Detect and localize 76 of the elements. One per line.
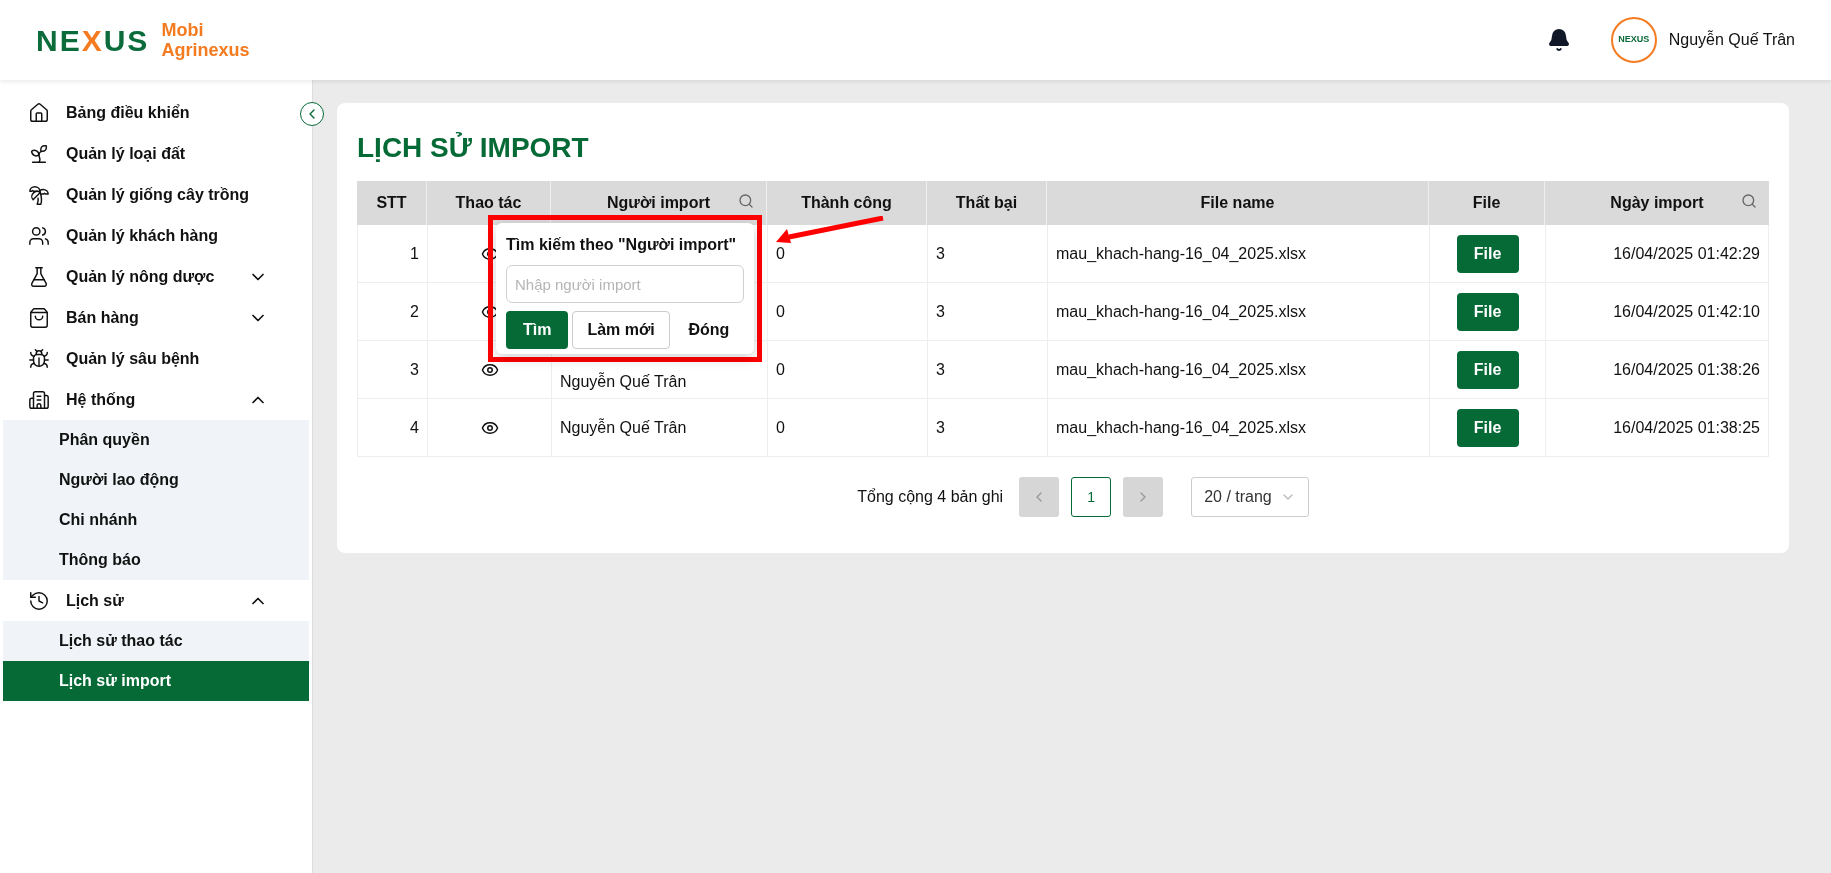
users-icon	[28, 224, 50, 247]
table-cell-text: mau_khach-hang-16_04_2025.xlsx	[1056, 417, 1306, 438]
column-header: File name	[1047, 181, 1429, 225]
table-cell-text: 0	[776, 243, 785, 264]
sidebar-subitem[interactable]: Chi nhánh	[3, 500, 309, 540]
table-cell-text: 3	[936, 243, 945, 264]
input-field[interactable]: Nhập người import	[506, 265, 744, 303]
sidebar-subitem[interactable]: Người lao động	[3, 460, 309, 500]
table-cell-text: 3	[936, 301, 945, 322]
search-button[interactable]: Tìm	[506, 311, 569, 349]
sidebar-item[interactable]: Lịch sử	[0, 580, 296, 621]
flask-icon	[28, 265, 50, 288]
table-cell-text: mau_khach-hang-16_04_2025.xlsx	[1056, 301, 1306, 322]
sidebar-subitem[interactable]: Thông báo	[3, 540, 309, 580]
collapse-sidebar-button[interactable]	[300, 102, 324, 126]
table-cell-text: mau_khach-hang-16_04_2025.xlsx	[1056, 243, 1306, 264]
column-header: Ngày import	[1545, 181, 1769, 225]
search-icon[interactable]	[1741, 193, 1757, 209]
sidebar-subitem[interactable]: Lịch sử import	[3, 661, 309, 701]
sidebar-subitem[interactable]: Phân quyền	[3, 420, 309, 460]
logo-x: X	[81, 22, 104, 59]
table-cell-text: 16/04/2025 01:38:26	[1613, 359, 1760, 380]
file-button[interactable]: File	[1456, 350, 1519, 389]
close-button[interactable]: Đóng	[673, 311, 744, 349]
column-header: STT	[357, 181, 427, 225]
sidebar-item[interactable]: Quản lý loại đất	[0, 133, 296, 174]
bug-icon	[28, 347, 50, 370]
reset-button[interactable]: Làm mới	[572, 311, 670, 349]
sidebar-item[interactable]: Bảng điều khiển	[0, 92, 296, 133]
file-button[interactable]: File	[1456, 234, 1519, 273]
table-cell-text: 3	[410, 359, 419, 380]
avatar[interactable]: NEXUS	[1610, 17, 1657, 63]
sidebar-subitem[interactable]: Lịch sử thao tác	[3, 621, 309, 661]
column-header: Thất bại	[927, 181, 1047, 225]
table-cell-text: 16/04/2025 01:42:29	[1613, 243, 1760, 264]
history-icon	[28, 589, 50, 612]
page-size-select[interactable]: 20 / trang	[1191, 477, 1309, 517]
logo-text: NE	[36, 22, 82, 59]
table-cell-text: 4	[410, 417, 419, 438]
total-records: Tổng cộng 4 bản ghi	[857, 487, 1004, 507]
palm-tree-icon	[28, 183, 50, 206]
brand-name: Mobi	[161, 20, 205, 40]
search-icon[interactable]	[738, 193, 754, 209]
file-button[interactable]: File	[1456, 292, 1519, 331]
file-button[interactable]: File	[1456, 408, 1519, 447]
logo-text: US	[103, 22, 150, 59]
table-cell-text: 3	[936, 359, 945, 380]
table-cell-text: 0	[776, 301, 785, 322]
user-name[interactable]: Nguyễn Quế Trân	[1668, 28, 1795, 52]
table-cell-text: 16/04/2025 01:42:10	[1613, 301, 1760, 322]
popup-title: Tìm kiếm theo "Người import"	[506, 235, 738, 255]
column-header: File	[1429, 181, 1545, 225]
page-title: LỊCH SỬ IMPORT	[357, 131, 590, 165]
table-cell-text: 2	[410, 301, 419, 322]
sidebar-item[interactable]: Bán hàng	[0, 297, 296, 338]
page-button[interactable]: 1	[1071, 477, 1112, 517]
column-header: Thành công	[767, 181, 927, 225]
sprout-icon	[28, 142, 50, 165]
sidebar-item[interactable]: Quản lý sâu bệnh	[0, 338, 296, 379]
sidebar-item[interactable]: Quản lý nông dược	[0, 256, 296, 297]
sidebar-item[interactable]: Hệ thống	[0, 379, 296, 420]
notification-bell-icon[interactable]	[1546, 28, 1571, 52]
sidebar-item[interactable]: Quản lý giống cây trồng	[0, 174, 296, 215]
table-cell-text: 1	[410, 243, 419, 264]
table-cell-text: Nguyễn Quế Trân	[560, 417, 687, 438]
sidebar-item[interactable]: Quản lý khách hàng	[0, 215, 296, 256]
table-cell-text: 0	[776, 359, 785, 380]
building-icon	[28, 388, 50, 411]
table-cell-text: mau_khach-hang-16_04_2025.xlsx	[1056, 359, 1306, 380]
home-icon	[28, 101, 50, 124]
table-cell-text: 16/04/2025 01:38:25	[1613, 417, 1760, 438]
shopping-bag-icon	[28, 306, 50, 329]
brand-name: Agrinexus	[161, 40, 250, 60]
table-cell-text: 0	[776, 417, 785, 438]
table-cell-text: Nguyễn Quế Trân	[560, 371, 687, 392]
table-cell-text: 3	[936, 417, 945, 438]
